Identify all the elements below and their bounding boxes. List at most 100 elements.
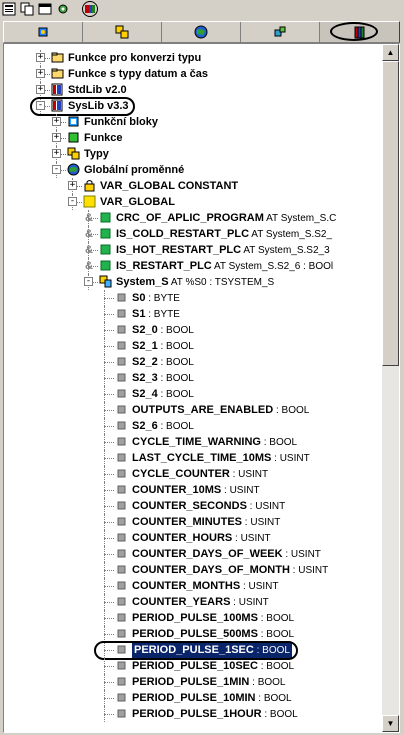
expand-toggle[interactable]: + (36, 85, 45, 94)
tree-row[interactable]: PERIOD_PULSE_100MS : BOOL (4, 610, 381, 626)
toolbar (0, 0, 404, 20)
tree-row[interactable]: S1 : BYTE (4, 306, 381, 322)
tree-row[interactable]: PERIOD_PULSE_1MIN : BOOL (4, 674, 381, 690)
item-type-annotation: : USINT (289, 565, 329, 576)
tree-row[interactable]: - System_S AT %S0 : TSYSTEM_S (4, 274, 381, 290)
tree-row[interactable]: PERIOD_PULSE_1HOUR : BOOL (4, 706, 381, 722)
tree-row[interactable]: COUNTER_YEARS : USINT (4, 594, 381, 610)
tree-row[interactable]: S2_2 : BOOL (4, 354, 381, 370)
tree-row[interactable]: + Funkční bloky (4, 114, 381, 130)
tree-row[interactable]: LAST_CYCLE_TIME_10MS : USINT (4, 450, 381, 466)
expand-toggle[interactable]: + (36, 69, 45, 78)
tree-item-label: S2_0 : BOOL (132, 323, 194, 338)
tree-item-label: PERIOD_PULSE_1MIN : BOOL (132, 675, 286, 690)
tree-item-label: Globální proměnné (84, 163, 184, 177)
collapse-toggle[interactable]: - (52, 165, 61, 174)
item-name: S2_1 (132, 340, 158, 352)
tree-row[interactable]: CYCLE_TIME_WARNING : BOOL (4, 434, 381, 450)
item-name: COUNTER_SECONDS (132, 500, 247, 512)
tree-row[interactable]: PERIOD_PULSE_500MS : BOOL (4, 626, 381, 642)
scroll-thumb[interactable] (382, 61, 399, 366)
tree-item-label: Funkce pro konverzi typu (68, 51, 201, 65)
tree-row[interactable]: - VAR_GLOBAL (4, 194, 381, 210)
structure-icon (99, 275, 112, 288)
tree-row[interactable]: + Typy (4, 146, 381, 162)
tree-row[interactable]: PERIOD_PULSE_10SEC : BOOL (4, 658, 381, 674)
item-name: S2_6 (132, 420, 158, 432)
expand-toggle[interactable]: + (36, 53, 45, 62)
tab-pou[interactable] (4, 22, 83, 42)
tree-row[interactable]: S2_6 : BOOL (4, 418, 381, 434)
tree-row[interactable]: - Globální proměnné (4, 162, 381, 178)
globe-icon (67, 163, 80, 176)
tree-row[interactable]: CYCLE_COUNTER : USINT (4, 466, 381, 482)
variable-icon (115, 387, 128, 400)
tree-row[interactable]: + StdLib v2.0 (4, 82, 381, 98)
variable-icon (115, 659, 128, 672)
item-name: PERIOD_PULSE_10SEC (132, 660, 258, 672)
expand-toggle[interactable]: + (52, 117, 61, 126)
item-type-annotation: : USINT (246, 501, 286, 512)
window-icon[interactable] (37, 1, 53, 17)
tree-row[interactable]: COUNTER_10MS : USINT (4, 482, 381, 498)
tree-row[interactable]: S2_3 : BOOL (4, 370, 381, 386)
tree-row[interactable]: + Funkce pro konverzi typu (4, 50, 381, 66)
tree-row[interactable]: COUNTER_MONTHS : USINT (4, 578, 381, 594)
tree-row[interactable]: S2_1 : BOOL (4, 338, 381, 354)
tree-row[interactable]: COUNTER_MINUTES : USINT (4, 514, 381, 530)
item-name: VAR_GLOBAL (100, 196, 175, 208)
variable-icon (115, 419, 128, 432)
tab-resources[interactable] (241, 22, 320, 42)
tree-row[interactable]: PERIOD_PULSE_10MIN : BOOL (4, 690, 381, 706)
settings-icon[interactable] (55, 1, 71, 17)
variable-icon (115, 515, 128, 528)
tree-row[interactable]: S0 : BYTE (4, 290, 381, 306)
tree-row[interactable]: + VAR_GLOBAL CONSTANT (4, 178, 381, 194)
variable-icon (115, 691, 128, 704)
item-name: IS_RESTART_PLC (116, 260, 212, 272)
scroll-up-button[interactable]: ▲ (382, 44, 399, 61)
collapse-toggle[interactable]: - (68, 197, 77, 206)
tree-item-label: S2_1 : BOOL (132, 339, 194, 354)
item-type-annotation: : BOOL (257, 661, 295, 672)
scroll-down-button[interactable]: ▼ (382, 715, 399, 732)
function-icon (67, 131, 80, 144)
tree-row[interactable]: S2_4 : BOOL (4, 386, 381, 402)
tree-item-label: IS_COLD_RESTART_PLC AT System_S.S2_ (116, 227, 332, 242)
tree-row[interactable]: COUNTER_SECONDS : USINT (4, 498, 381, 514)
collapse-toggle[interactable]: - (84, 277, 93, 286)
tree-row[interactable]: COUNTER_HOURS : USINT (4, 530, 381, 546)
copy-icon[interactable] (19, 1, 35, 17)
tree-row[interactable]: & IS_HOT_RESTART_PLC AT System_S.S2_3 (4, 242, 381, 258)
tree-item-label: COUNTER_MINUTES : USINT (132, 515, 280, 530)
tree-item-label: Funkční bloky (84, 115, 158, 129)
tree-row[interactable]: + Funkce s typy datum a čas (4, 66, 381, 82)
expand-toggle[interactable]: + (52, 149, 61, 158)
tree-item-label: COUNTER_YEARS : USINT (132, 595, 269, 610)
tab-library[interactable] (320, 22, 399, 42)
expand-toggle[interactable]: + (52, 133, 61, 142)
tab-datatypes[interactable] (83, 22, 162, 42)
library-tree[interactable]: + Funkce pro konverzi typu + Funkce s typy … (4, 44, 381, 732)
tree-item-label: COUNTER_DAYS_OF_WEEK : USINT (132, 547, 321, 562)
pou-list-icon[interactable] (1, 1, 17, 17)
tree-row[interactable]: & IS_COLD_RESTART_PLC AT System_S.S2_ (4, 226, 381, 242)
tree-row[interactable]: & IS_RESTART_PLC AT System_S.S2_6 : BOOl (4, 258, 381, 274)
tree-row[interactable]: & CRC_OF_APLIC_PROGRAM AT System_S.C (4, 210, 381, 226)
tree-row[interactable]: COUNTER_DAYS_OF_WEEK : USINT (4, 546, 381, 562)
library-icon[interactable] (82, 1, 98, 17)
tree-row[interactable]: + Funkce (4, 130, 381, 146)
tree-row[interactable]: OUTPUTS_ARE_ENABLED : BOOL (4, 402, 381, 418)
highlight-ellipse (330, 22, 378, 41)
item-name: Funkce pro konverzi typu (68, 52, 202, 64)
tree-row[interactable]: COUNTER_DAYS_OF_MONTH : USINT (4, 562, 381, 578)
item-name: PERIOD_PULSE_10MIN (132, 692, 256, 704)
vertical-scrollbar[interactable]: ▲ ▼ (382, 44, 399, 732)
item-type-annotation: : BOOL (261, 709, 298, 720)
expand-toggle[interactable]: + (68, 181, 77, 190)
tree-row[interactable]: S2_0 : BOOL (4, 322, 381, 338)
tab-visualization[interactable] (162, 22, 241, 42)
reference-marker: & (85, 260, 93, 272)
item-name: Funkce (84, 132, 123, 144)
tree-item-label: PERIOD_PULSE_10MIN : BOOL (132, 691, 292, 706)
